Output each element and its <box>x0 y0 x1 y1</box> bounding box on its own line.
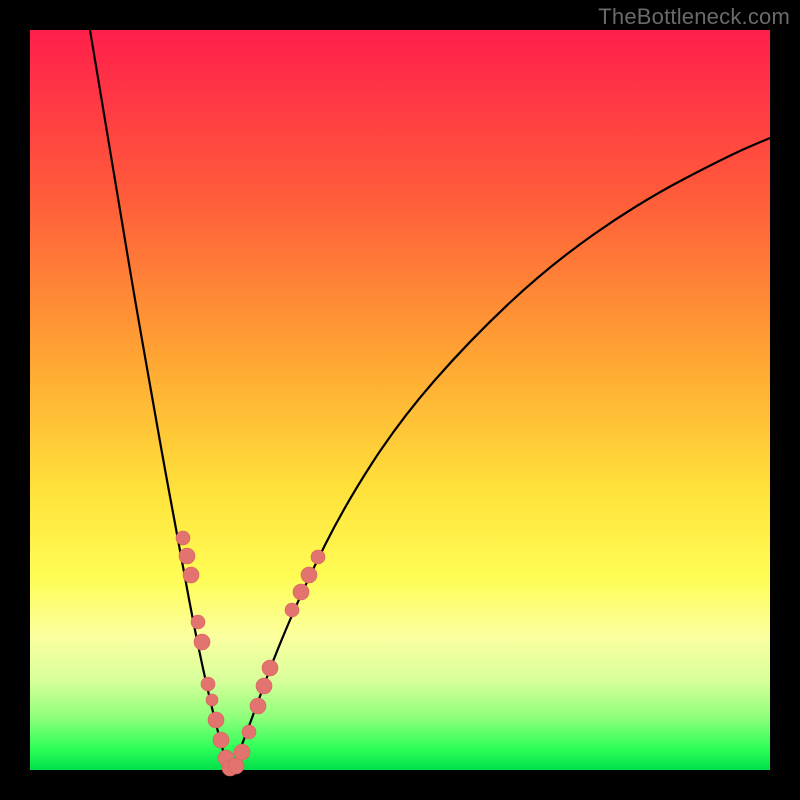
marker-group <box>176 531 325 776</box>
data-marker <box>234 744 250 760</box>
data-marker <box>183 567 199 583</box>
data-marker <box>285 603 299 617</box>
data-marker <box>191 615 205 629</box>
data-marker <box>256 678 272 694</box>
curve-group <box>90 30 770 768</box>
data-marker <box>179 548 195 564</box>
data-marker <box>206 694 218 706</box>
chart-frame: TheBottleneck.com <box>0 0 800 800</box>
data-marker <box>301 567 317 583</box>
data-marker <box>201 677 215 691</box>
chart-plot-area <box>30 30 770 770</box>
chart-svg <box>30 30 770 770</box>
curve-left-branch <box>90 30 228 768</box>
data-marker <box>208 712 224 728</box>
curve-right-branch <box>232 138 770 768</box>
data-marker <box>262 660 278 676</box>
watermark-text: TheBottleneck.com <box>598 4 790 30</box>
data-marker <box>213 732 229 748</box>
data-marker <box>176 531 190 545</box>
data-marker <box>242 725 256 739</box>
data-marker <box>250 698 266 714</box>
data-marker <box>228 758 244 774</box>
data-marker <box>311 550 325 564</box>
data-marker <box>293 584 309 600</box>
data-marker <box>194 634 210 650</box>
